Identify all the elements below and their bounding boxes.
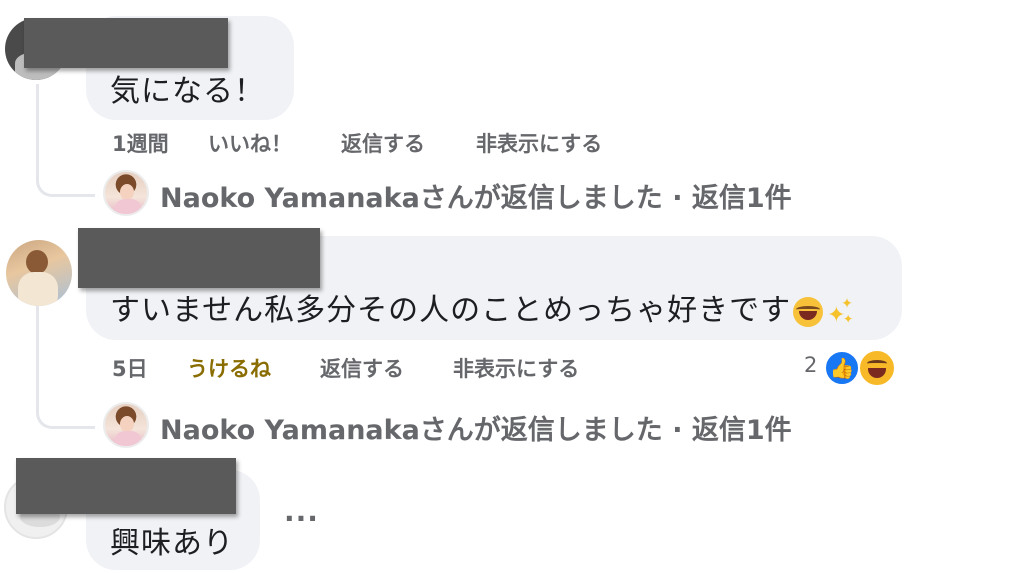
comment-timestamp[interactable]: 5日 — [112, 353, 148, 383]
more-options-icon[interactable]: ··· — [284, 502, 319, 535]
comment-text: 興味あり — [110, 526, 234, 561]
haha-reaction-icon[interactable] — [858, 349, 896, 387]
sparkles-emoji: ✦ ✦ ✦ — [827, 295, 855, 328]
redacted-name — [16, 458, 236, 514]
thread-connector — [36, 84, 95, 197]
laughing-tears-emoji — [793, 296, 824, 327]
comment-text: すいません私多分その人のことめっちゃ好きです — [110, 293, 792, 328]
view-replies-link[interactable]: Naoko Yamanakaさんが返信しました · 返信1件 — [160, 176, 792, 215]
reaction-count[interactable]: 2 — [804, 353, 817, 377]
replier-avatar[interactable] — [103, 402, 149, 448]
reply-button[interactable]: 返信する — [320, 353, 404, 383]
hide-button[interactable]: 非表示にする — [453, 353, 579, 383]
comment-text-row: すいません私多分その人のことめっちゃ好きです ✦ ✦ ✦ — [110, 285, 855, 329]
thread-connector — [36, 306, 95, 429]
replier-avatar[interactable] — [103, 170, 149, 216]
reply-button[interactable]: 返信する — [341, 128, 425, 158]
thumbs-up-icon[interactable]: 👍 — [824, 350, 860, 386]
view-replies-link[interactable]: Naoko Yamanakaさんが返信しました · 返信1件 — [160, 408, 792, 447]
comment-timestamp[interactable]: 1週間 — [112, 128, 169, 158]
redacted-name — [78, 228, 320, 288]
like-button[interactable]: いいね！ — [208, 128, 292, 158]
hide-button[interactable]: 非表示にする — [476, 128, 602, 158]
redacted-name — [24, 18, 228, 68]
reaction-button-haha[interactable]: うけるね — [187, 353, 271, 383]
commenter-avatar[interactable] — [6, 240, 72, 306]
comment-text: 気になる！ — [110, 74, 265, 109]
